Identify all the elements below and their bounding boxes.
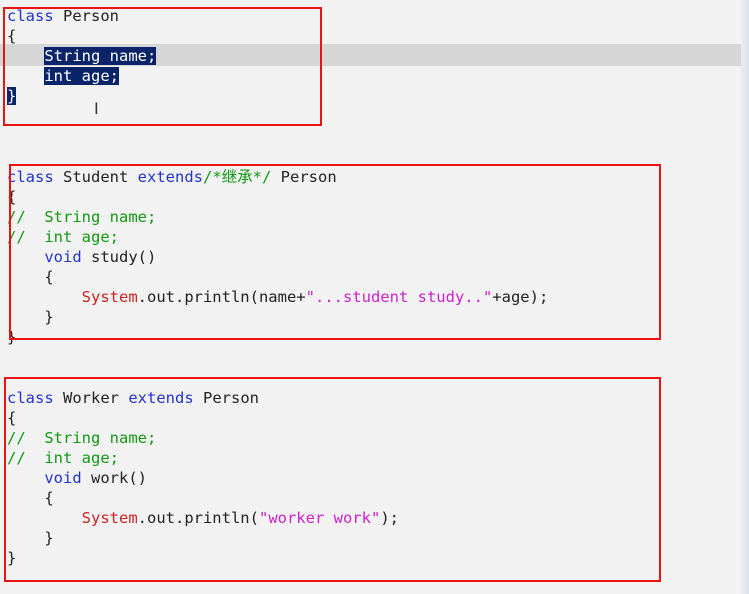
text-cursor-icon: I [94, 99, 99, 118]
annotation-box-student [9, 164, 661, 340]
annotation-box-worker [4, 377, 661, 582]
scrollbar[interactable] [741, 0, 749, 594]
annotation-box-person [3, 7, 322, 126]
code-editor[interactable]: class Person { String name; int age; } c… [0, 0, 742, 594]
